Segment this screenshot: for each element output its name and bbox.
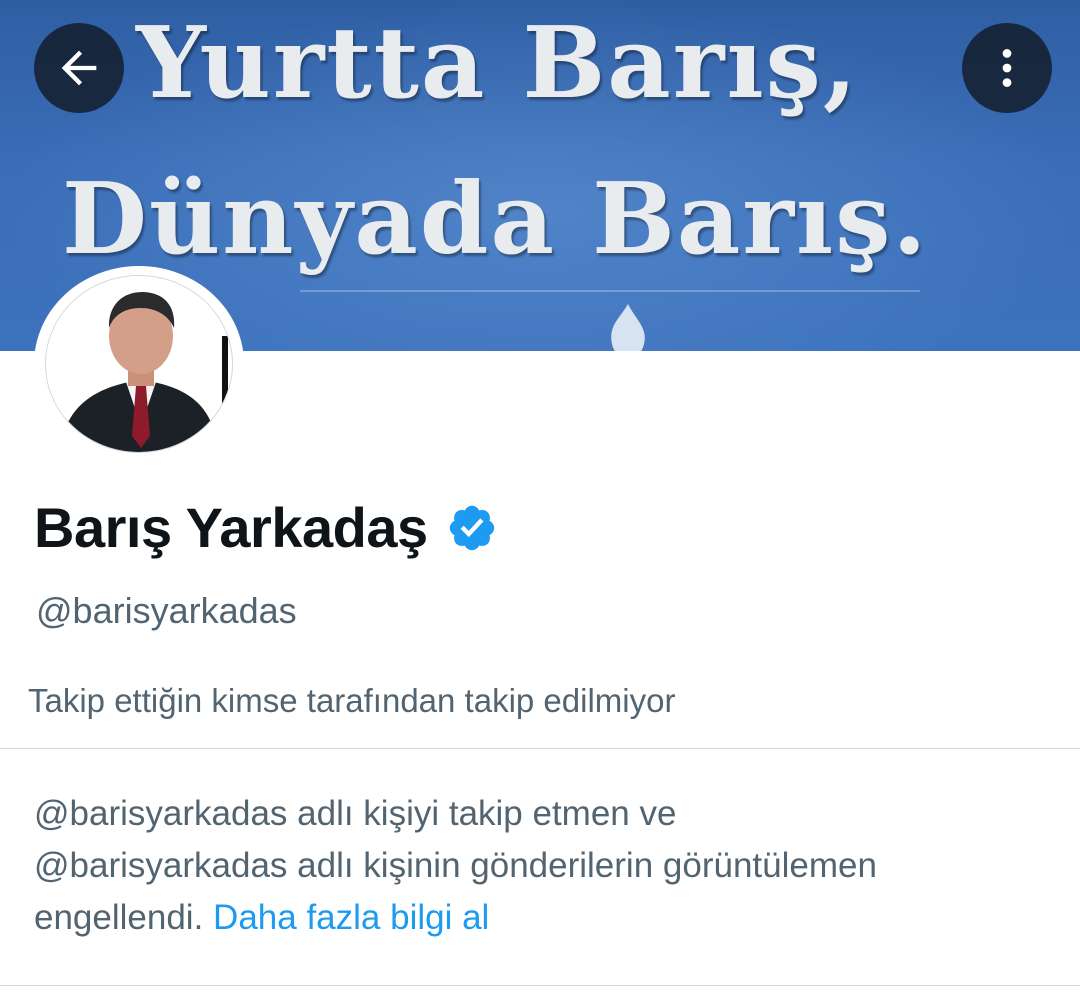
followed-by-text: Takip ettiğin kimse tarafından takip edi… <box>28 682 676 719</box>
profile-name-row: Barış Yarkadaş <box>34 500 498 556</box>
profile-handle: @barisyarkadas <box>36 590 297 631</box>
avatar-frame[interactable] <box>34 266 244 462</box>
banner-text-line1: Yurtta Barış, <box>136 6 859 121</box>
more-options-button[interactable] <box>962 23 1052 113</box>
back-button[interactable] <box>34 23 124 113</box>
learn-more-link[interactable]: Daha fazla bilgi al <box>213 898 489 937</box>
avatar[interactable] <box>45 275 233 453</box>
flame-icon <box>611 304 645 351</box>
bottom-divider <box>0 985 1080 986</box>
display-name: Barış Yarkadaş <box>34 496 428 559</box>
blocked-notice-line3: engellendi. <box>34 898 204 937</box>
avatar-portrait <box>46 276 232 452</box>
blocked-notice-line1: @barisyarkadas adlı kişiyi takip etmen v… <box>34 794 677 833</box>
verified-badge-icon[interactable] <box>446 502 498 554</box>
banner-text-line2: Dünyada Barış. <box>62 162 929 277</box>
more-vertical-icon <box>1002 49 1012 87</box>
arrow-left-icon <box>61 50 97 86</box>
banner-divider <box>300 290 920 292</box>
blocked-notice: @barisyarkadas adlı kişiyi takip etmen v… <box>34 788 1044 944</box>
section-divider <box>0 748 1080 749</box>
blocked-notice-line2: @barisyarkadas adlı kişinin gönderilerin… <box>34 846 877 885</box>
blocked-notice-line3-row: engellendi. Daha fazla bilgi al <box>34 892 1044 944</box>
